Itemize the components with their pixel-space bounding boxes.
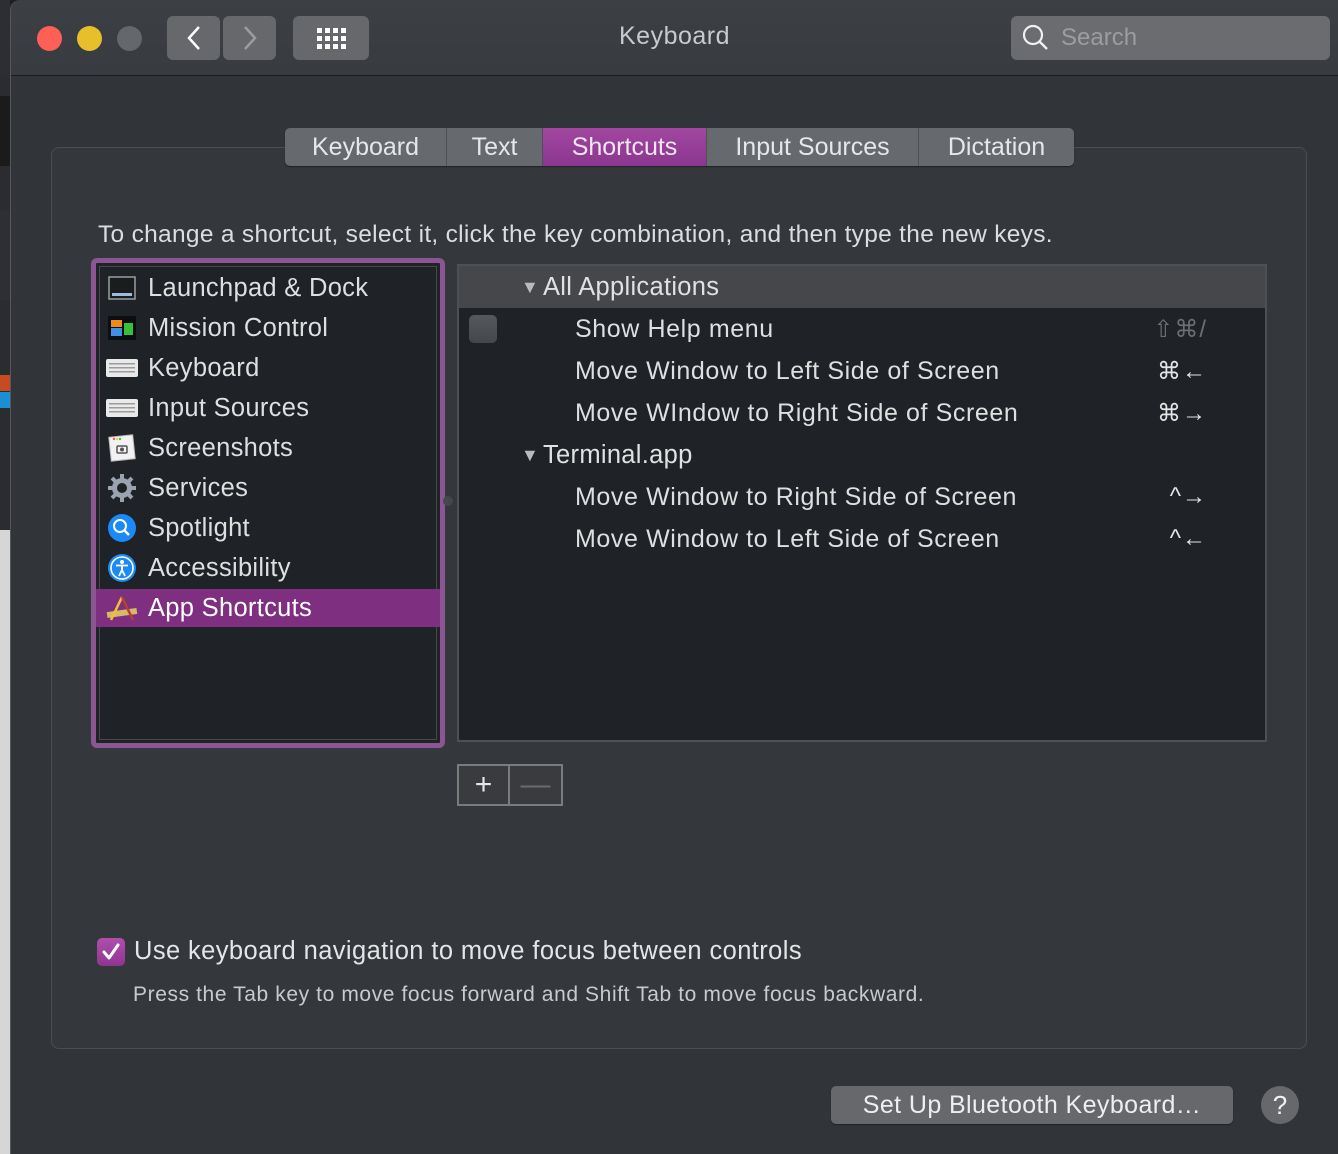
gear-icon	[106, 474, 138, 502]
accessibility-icon	[106, 554, 138, 582]
screenshots-icon	[106, 434, 138, 462]
instruction-text: To change a shortcut, select it, click t…	[98, 221, 1053, 248]
launchpad-dock-icon	[106, 274, 138, 302]
add-remove-control: + —	[457, 764, 563, 806]
shortcut-row[interactable]: Move Window to Left Side of Screen ^←	[459, 518, 1265, 560]
category-spotlight[interactable]: Spotlight	[96, 509, 440, 547]
shortcut-enable-checkbox[interactable]	[469, 315, 497, 343]
input-sources-icon	[106, 394, 138, 422]
disclosure-triangle-icon[interactable]: ▼	[521, 277, 539, 298]
group-row-terminal[interactable]: ▼ Terminal.app	[459, 434, 1265, 476]
category-screenshots[interactable]: Screenshots	[96, 429, 440, 467]
title-bar: Keyboard Search	[11, 0, 1338, 76]
shortcut-row[interactable]: Move Window to Right Side of Screen ^→	[459, 476, 1265, 518]
group-row-all-applications[interactable]: ▼ All Applications	[459, 266, 1265, 308]
mission-control-icon	[106, 314, 138, 342]
app-shortcuts-icon	[106, 594, 138, 622]
shortcut-keys[interactable]: ^←	[1170, 525, 1207, 553]
category-services[interactable]: Services	[96, 469, 440, 507]
shortcut-keys[interactable]: ⌘→	[1157, 399, 1207, 428]
category-list[interactable]: Launchpad & Dock Mission Control Keyboar…	[91, 258, 445, 748]
tab-keyboard[interactable]: Keyboard	[285, 128, 447, 166]
add-shortcut-button[interactable]: +	[459, 766, 510, 804]
category-launchpad-dock[interactable]: Launchpad & Dock	[96, 269, 440, 307]
keyboard-icon	[106, 354, 138, 382]
shortcut-row[interactable]: Show Help menu ⇧⌘/	[459, 308, 1265, 350]
setup-bluetooth-keyboard-button[interactable]: Set Up Bluetooth Keyboard…	[831, 1086, 1233, 1124]
split-view-handle[interactable]	[443, 496, 453, 506]
keyboard-navigation-option[interactable]: Use keyboard navigation to move focus be…	[97, 937, 802, 966]
tab-bar: Keyboard Text Shortcuts Input Sources Di…	[285, 128, 1074, 166]
category-keyboard[interactable]: Keyboard	[96, 349, 440, 387]
tab-input-sources[interactable]: Input Sources	[707, 128, 919, 166]
checkmark-icon	[102, 943, 120, 959]
search-field[interactable]: Search	[1011, 16, 1330, 60]
category-mission-control[interactable]: Mission Control	[96, 309, 440, 347]
search-icon	[1022, 24, 1048, 50]
preferences-window: Keyboard Search Keyboard Text Shortcuts …	[10, 0, 1338, 1154]
keyboard-navigation-checkbox[interactable]	[97, 937, 125, 966]
shortcut-row[interactable]: Move Window to Left Side of Screen ⌘←	[459, 350, 1265, 392]
remove-shortcut-button[interactable]: —	[510, 766, 561, 804]
tab-text[interactable]: Text	[447, 128, 543, 166]
keyboard-navigation-hint: Press the Tab key to move focus forward …	[133, 983, 925, 1006]
background-window-edge	[0, 0, 10, 1154]
shortcut-keys[interactable]: ⇧⌘/	[1153, 315, 1207, 344]
disclosure-triangle-icon[interactable]: ▼	[521, 445, 539, 466]
help-button[interactable]: ?	[1261, 1086, 1299, 1124]
shortcut-keys[interactable]: ⌘←	[1157, 357, 1207, 386]
shortcut-keys[interactable]: ^→	[1170, 483, 1207, 511]
spotlight-icon	[106, 514, 138, 542]
tab-shortcuts[interactable]: Shortcuts	[543, 128, 707, 166]
tab-dictation[interactable]: Dictation	[919, 128, 1074, 166]
category-accessibility[interactable]: Accessibility	[96, 549, 440, 587]
shortcut-row[interactable]: Move WIndow to Right Side of Screen ⌘→	[459, 392, 1265, 434]
shortcuts-table[interactable]: ▼ All Applications Show Help menu ⇧⌘/ Mo…	[457, 264, 1267, 742]
search-placeholder: Search	[1061, 24, 1138, 51]
category-input-sources[interactable]: Input Sources	[96, 389, 440, 427]
category-app-shortcuts[interactable]: App Shortcuts	[96, 589, 440, 627]
keyboard-navigation-label: Use keyboard navigation to move focus be…	[134, 937, 802, 965]
